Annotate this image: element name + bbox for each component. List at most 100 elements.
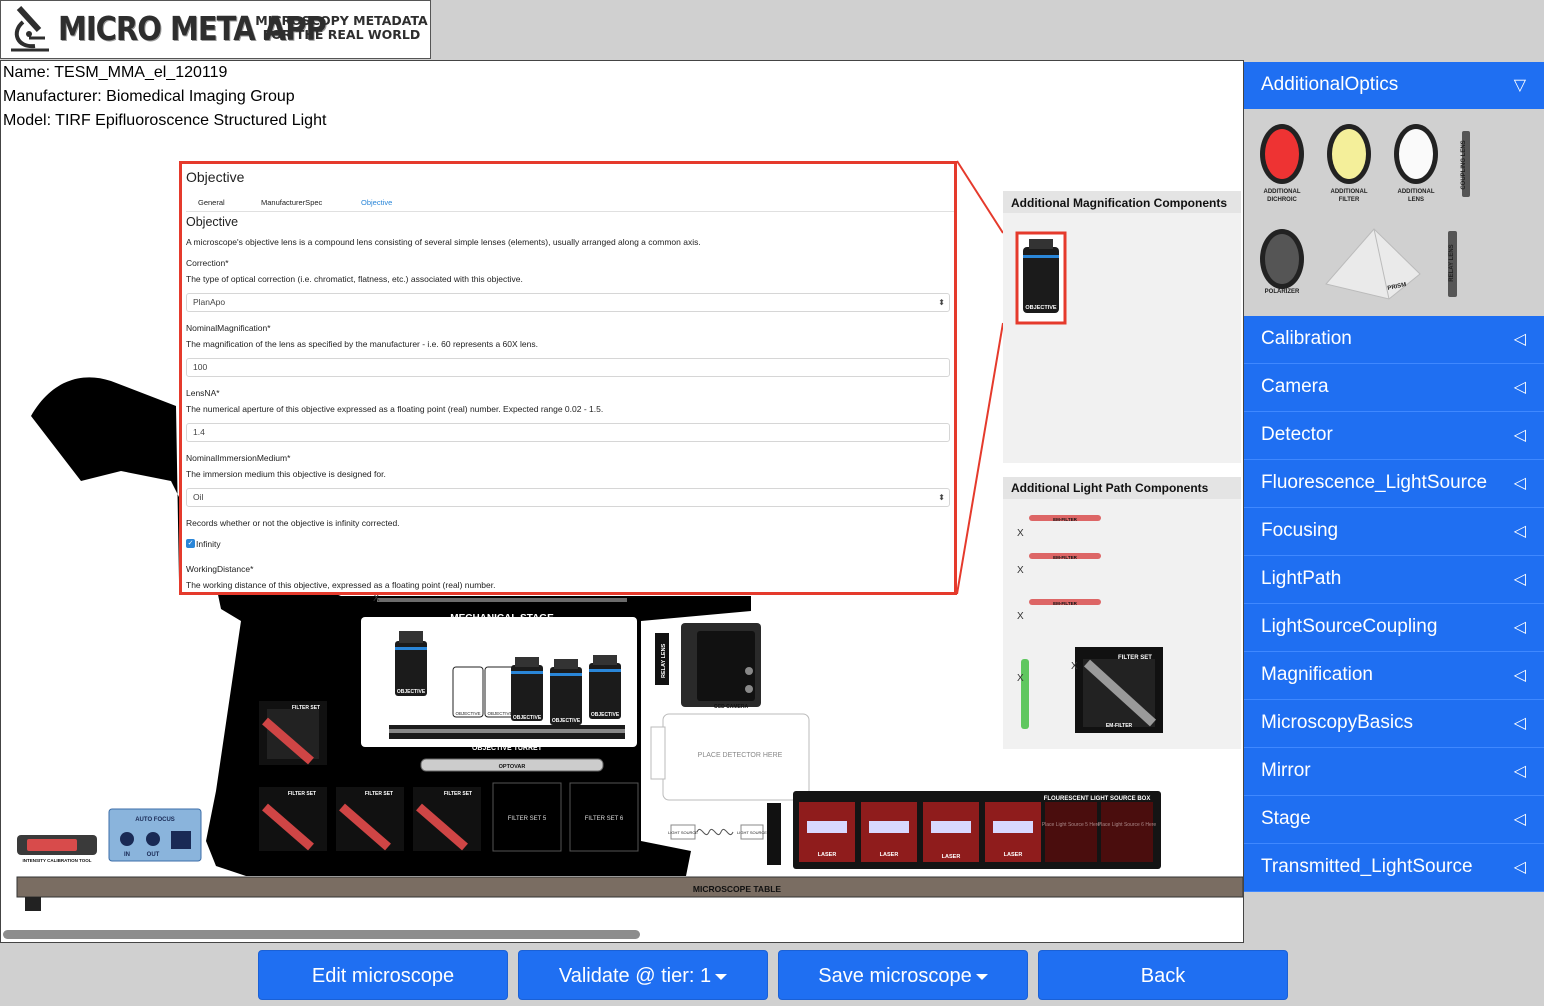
objective-3[interactable]: OBJECTIVE — [550, 659, 582, 725]
svg-text:FILTER SET: FILTER SET — [365, 791, 393, 797]
category-additional-optics[interactable]: AdditionalOptics ▽ — [1244, 62, 1544, 110]
objective-1[interactable]: OBJECTIVE — [395, 631, 427, 696]
immersion-label: NominalImmersionMedium* — [186, 453, 291, 463]
svg-text:EM-FILTER: EM-FILTER — [1106, 723, 1133, 729]
category-focusing[interactable]: Focusing ◁ — [1244, 508, 1544, 556]
scrollbar-thumb[interactable] — [3, 930, 640, 939]
additional-magnification-panel: Additional Magnification Components OBJE… — [1003, 191, 1241, 463]
relay-lens[interactable]: RELAY LENS — [655, 633, 669, 685]
additional-filter-item[interactable] — [1327, 124, 1371, 184]
svg-text:FILTER SET 5: FILTER SET 5 — [508, 816, 547, 822]
svg-text:FILTER SET: FILTER SET — [444, 791, 472, 797]
infinity-checkbox[interactable]: ✓ — [186, 539, 195, 548]
svg-text:FILTER SET: FILTER SET — [288, 791, 316, 797]
objective-component[interactable]: OBJECTIVE — [1023, 239, 1059, 313]
close-x-icon[interactable]: X — [1017, 673, 1024, 684]
category-camera[interactable]: Camera ◁ — [1244, 364, 1544, 412]
svg-text:LASER: LASER — [942, 854, 961, 860]
ccd-camera[interactable]: CCD CAMERA — [681, 623, 761, 710]
category-transmitted-light-source[interactable]: Transmitted_LightSource ◁ — [1244, 844, 1544, 892]
filter-set-6-slot[interactable]: FILTER SET 6 — [569, 782, 639, 852]
svg-text:INTENSITY CALIBRATION TOOL: INTENSITY CALIBRATION TOOL — [22, 858, 91, 863]
laser-3[interactable]: LASER — [923, 802, 979, 862]
save-microscope-button[interactable]: Save microscope — [778, 950, 1028, 1000]
filter-set-2[interactable]: FILTER SET — [259, 787, 327, 851]
microscope-logo-icon — [11, 5, 49, 52]
category-stage[interactable]: Stage ◁ — [1244, 796, 1544, 844]
close-x-icon[interactable]: X — [1017, 611, 1024, 622]
optovar-label: OPTOVAR — [499, 764, 526, 770]
logo-tagline: MICROSCOPY METADATA FOR THE REAL WORLD — [254, 14, 429, 42]
category-magnification[interactable]: Magnification ◁ — [1244, 652, 1544, 700]
tab-general[interactable]: General — [198, 198, 225, 207]
category-light-source-coupling[interactable]: LightSourceCoupling ◁ — [1244, 604, 1544, 652]
chevron-left-icon: ◁ — [1513, 667, 1526, 684]
svg-text:IN: IN — [124, 852, 130, 858]
intensity-calibration-tool[interactable]: INTENSITY CALIBRATION TOOL — [17, 835, 97, 863]
light-source-6-slot[interactable]: Place Light Source 6 Here — [1098, 802, 1157, 862]
filter-set-4[interactable]: FILTER SET — [413, 787, 481, 851]
app-header: MICRO META APP MICROSCOPY METADATA FOR T… — [0, 0, 1544, 60]
tab-manufacturer-spec[interactable]: ManufacturerSpec — [261, 198, 322, 207]
auto-focus[interactable]: AUTO FOCUS IN OUT — [108, 808, 202, 862]
filter-set-5-slot[interactable]: FILTER SET 5 — [492, 782, 562, 852]
svg-text:Place Light Source 6 Here: Place Light Source 6 Here — [1098, 822, 1157, 828]
category-microscopy-basics[interactable]: MicroscopyBasics ◁ — [1244, 700, 1544, 748]
edit-microscope-button[interactable]: Edit microscope — [258, 950, 508, 1000]
lensna-input[interactable]: 1.4 — [186, 423, 950, 442]
microscope-canvas[interactable]: Name: TESM_MMA_el_120119 Manufacturer: B… — [0, 60, 1244, 943]
back-button[interactable]: Back — [1038, 950, 1288, 1000]
correction-select[interactable]: PlanApo ⬍ — [186, 293, 950, 312]
category-calibration[interactable]: Calibration ◁ — [1244, 316, 1544, 364]
svg-text:AUTO FOCUS: AUTO FOCUS — [135, 817, 175, 823]
additional-lens-item[interactable] — [1394, 124, 1438, 184]
category-light-path[interactable]: LightPath ◁ — [1244, 556, 1544, 604]
bottom-toolbar: Edit microscope Validate @ tier: 1 Save … — [0, 943, 1544, 1006]
select-caret-icon: ⬍ — [938, 298, 945, 307]
laser-2[interactable]: LASER — [861, 802, 917, 862]
laser-1[interactable]: LASER — [799, 802, 855, 862]
correction-description: The type of optical correction (i.e. chr… — [186, 274, 523, 284]
magnification-input[interactable]: 100 — [186, 358, 950, 377]
immersion-select[interactable]: Oil ⬍ — [186, 488, 950, 507]
logo-tagline-line-2: FOR THE REAL WORLD — [262, 27, 421, 42]
close-x-icon[interactable]: X — [1017, 528, 1024, 539]
filter-set-1[interactable]: FILTER SET — [259, 701, 327, 765]
filter-set-3[interactable]: FILTER SET — [336, 787, 404, 851]
svg-text:Place Light Source 5 Here: Place Light Source 5 Here — [1042, 822, 1101, 828]
svg-text:OBJECTIVE: OBJECTIVE — [455, 711, 480, 716]
svg-text:LIGHT SOURCE: LIGHT SOURCE — [668, 830, 698, 835]
svg-text:OBJECTIVE: OBJECTIVE — [487, 711, 512, 716]
logo-tagline-line-1: MICROSCOPY METADATA — [255, 13, 428, 28]
validate-tier-button[interactable]: Validate @ tier: 1 — [518, 950, 768, 1000]
svg-text:CCD CAMERA: CCD CAMERA — [714, 704, 749, 710]
svg-text:OBJECTIVE: OBJECTIVE — [513, 715, 542, 721]
polarizer-item[interactable] — [1260, 229, 1304, 289]
infinity-description: Records whether or not the objective is … — [186, 518, 400, 528]
laser-4[interactable]: LASER — [985, 802, 1041, 862]
filter-set-component[interactable]: FILTER SET EM-FILTER X — [1071, 647, 1163, 733]
svg-text:LASER: LASER — [818, 852, 837, 858]
close-x-icon[interactable]: X — [1071, 661, 1078, 672]
callout-lines — [956, 160, 1004, 595]
place-detector-slot[interactable]: PLACE DETECTOR HERE — [650, 713, 810, 801]
category-fluorescence-light-source[interactable]: Fluorescence_LightSource ◁ — [1244, 460, 1544, 508]
close-x-icon[interactable]: X — [1017, 565, 1024, 576]
chevron-left-icon: ◁ — [1513, 475, 1526, 492]
tab-objective[interactable]: Objective — [361, 198, 392, 207]
category-mirror[interactable]: Mirror ◁ — [1244, 748, 1544, 796]
svg-text:OBJECTIVE: OBJECTIVE — [397, 689, 426, 695]
additional-dichroic-item[interactable] — [1260, 124, 1304, 184]
light-source-5-slot[interactable]: Place Light Source 5 Here — [1042, 802, 1101, 862]
category-detector[interactable]: Detector ◁ — [1244, 412, 1544, 460]
infinity-label: Infinity — [196, 539, 221, 549]
component-editor-popup: Objective General ManufacturerSpec Objec… — [179, 161, 957, 595]
svg-text:LIGHT SOURCE: LIGHT SOURCE — [737, 830, 767, 835]
editor-tabs: General ManufacturerSpec Objective — [186, 198, 954, 212]
magnification-description: The magnification of the lens as specifi… — [186, 339, 538, 349]
component-toolbar: AdditionalOptics ▽ ADDITIONAL DICHROIC A… — [1244, 60, 1544, 943]
objective-2[interactable]: OBJECTIVE — [511, 657, 543, 721]
additional-optics-palette: ADDITIONAL DICHROIC ADDITIONAL FILTER ADDI… — [1244, 109, 1544, 316]
lensna-label: LensNA* — [186, 388, 220, 398]
objective-4[interactable]: OBJECTIVE — [589, 655, 621, 719]
